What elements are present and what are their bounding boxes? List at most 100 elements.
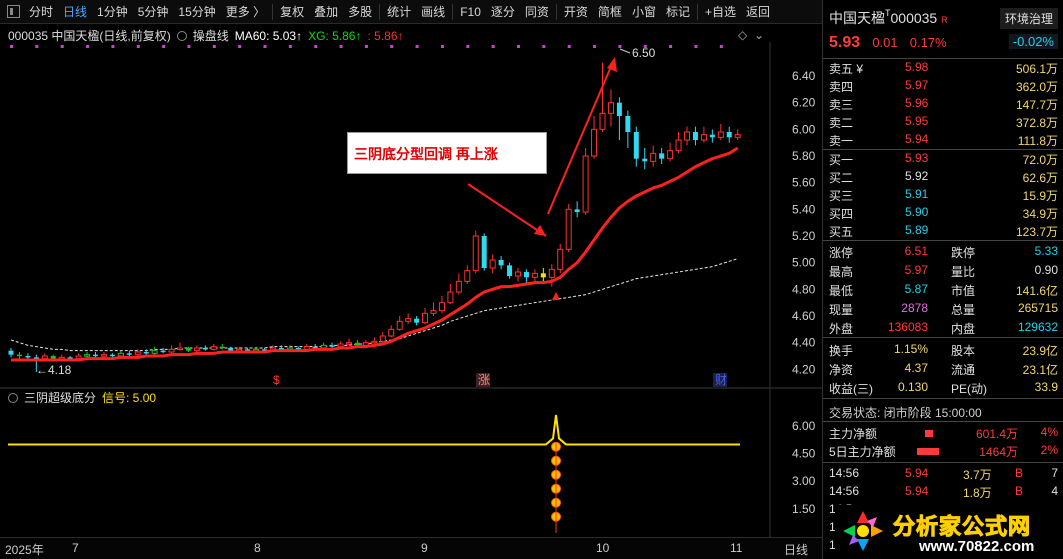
candle[interactable] <box>591 116 598 159</box>
candle[interactable] <box>100 352 107 358</box>
candle[interactable] <box>531 269 538 283</box>
toolbar-item[interactable]: 统计 <box>382 0 416 24</box>
toolbar-item[interactable]: 开资 <box>559 0 593 24</box>
candle[interactable] <box>202 345 208 351</box>
candle[interactable] <box>472 230 479 274</box>
toolbar-item[interactable]: 返回 <box>741 0 775 24</box>
candle[interactable] <box>625 110 631 148</box>
candle[interactable] <box>709 129 715 143</box>
candle[interactable] <box>464 265 471 284</box>
candle[interactable] <box>438 296 445 314</box>
candle[interactable] <box>650 145 657 167</box>
candle[interactable] <box>692 126 698 146</box>
candle[interactable] <box>607 89 614 127</box>
toolbar-item[interactable]: +自选 <box>700 0 741 24</box>
indicator-icon[interactable] <box>8 392 18 403</box>
collapse-icon[interactable]: ⌄ <box>754 28 764 42</box>
candle[interactable] <box>422 308 429 324</box>
sub-chart-title[interactable]: 三阴超级底分 <box>24 389 96 406</box>
candle[interactable] <box>414 316 420 326</box>
candle[interactable] <box>684 126 690 146</box>
candle[interactable] <box>126 350 132 356</box>
candle[interactable] <box>8 348 14 358</box>
candle[interactable] <box>143 349 149 355</box>
candle[interactable] <box>193 345 200 352</box>
sector-label[interactable]: 环境治理 <box>999 8 1058 29</box>
window-icon[interactable] <box>7 5 20 18</box>
diamond-icon[interactable]: ◇ <box>738 28 748 42</box>
x-axis-label[interactable]: 日线 <box>784 541 808 558</box>
event-mark[interactable]: $ <box>273 373 280 387</box>
candle[interactable] <box>210 344 217 351</box>
candle[interactable] <box>633 126 639 167</box>
candle[interactable] <box>177 342 183 351</box>
sub-y-tick-label: 6.00 <box>792 419 816 433</box>
toolbar-item[interactable]: 15分钟 <box>173 0 220 24</box>
candle[interactable] <box>185 346 191 352</box>
candle[interactable] <box>523 269 529 284</box>
high-marker: 6.50 <box>632 46 656 60</box>
candle[interactable] <box>616 97 622 140</box>
event-mark[interactable]: 涨 <box>478 372 490 387</box>
candle[interactable] <box>481 233 487 271</box>
toolbar-item[interactable]: 简框 <box>593 0 627 24</box>
candle[interactable] <box>498 256 504 270</box>
candlestick-chart[interactable]: 6.40 6.20 6.00 5.80 5.60 5.40 5.20 5.00 4.80 4.60… <box>0 24 822 537</box>
candle[interactable] <box>219 344 225 350</box>
indicator-icon[interactable] <box>176 30 187 41</box>
toolbar-item[interactable]: F10 <box>455 0 486 24</box>
toolbar-item[interactable]: 更多 〉 <box>221 0 270 24</box>
toolbar-item[interactable]: 画线 <box>416 0 450 24</box>
candle[interactable] <box>540 268 546 282</box>
candle[interactable] <box>379 332 386 343</box>
toolbar-item[interactable]: 小窗 <box>627 0 661 24</box>
toolbar-item[interactable]: 5分钟 <box>133 0 174 24</box>
indicator-name[interactable]: 操盘线 <box>193 27 229 44</box>
toolbar-item[interactable]: 多股 <box>343 0 377 24</box>
candle[interactable] <box>388 325 395 338</box>
candle[interactable] <box>548 264 555 287</box>
signal-dot <box>719 45 723 48</box>
candle[interactable] <box>346 338 352 346</box>
chart-area[interactable]: 6.40 6.20 6.00 5.80 5.60 5.40 5.20 5.00 4.80 4.60… <box>0 24 822 537</box>
candle[interactable] <box>582 148 589 215</box>
toolbar-item[interactable]: 复权 <box>275 0 309 24</box>
candle[interactable] <box>489 254 496 274</box>
candle[interactable] <box>160 348 166 354</box>
candle[interactable] <box>430 302 437 316</box>
candle[interactable] <box>557 244 564 274</box>
candle[interactable] <box>642 148 648 170</box>
candle[interactable] <box>84 352 91 358</box>
toolbar-item[interactable]: 日线 <box>58 0 92 24</box>
candle[interactable] <box>675 132 682 154</box>
candle[interactable] <box>565 204 572 252</box>
candle[interactable] <box>700 126 707 143</box>
candle[interactable] <box>168 345 175 354</box>
bid-label: 买四 <box>829 207 854 221</box>
candle[interactable] <box>726 126 732 143</box>
candle[interactable] <box>455 273 462 295</box>
candle[interactable] <box>667 142 674 162</box>
toolbar-item[interactable]: 分时 <box>24 0 58 24</box>
toolbar-item[interactable]: 标记 <box>661 0 695 24</box>
candle[interactable] <box>16 352 22 359</box>
candle[interactable] <box>507 262 513 279</box>
candle[interactable] <box>659 148 665 164</box>
candle[interactable] <box>515 268 521 282</box>
candle[interactable] <box>599 62 606 132</box>
candle[interactable] <box>574 201 580 218</box>
candle[interactable] <box>447 284 454 304</box>
toolbar-item[interactable]: 逐分 <box>486 0 520 24</box>
candle[interactable] <box>93 352 98 358</box>
ask-volume: 506.1万 <box>1015 62 1058 76</box>
candle[interactable] <box>151 346 158 355</box>
event-mark[interactable]: 财 <box>715 373 727 387</box>
candle[interactable] <box>396 316 403 331</box>
candle[interactable] <box>734 129 741 140</box>
toolbar-item[interactable]: 1分钟 <box>92 0 133 24</box>
toolbar-item[interactable]: 同资 <box>520 0 554 24</box>
candle[interactable] <box>717 124 724 140</box>
candle[interactable] <box>405 313 412 324</box>
candle[interactable] <box>371 337 378 344</box>
toolbar-item[interactable]: 叠加 <box>309 0 343 24</box>
